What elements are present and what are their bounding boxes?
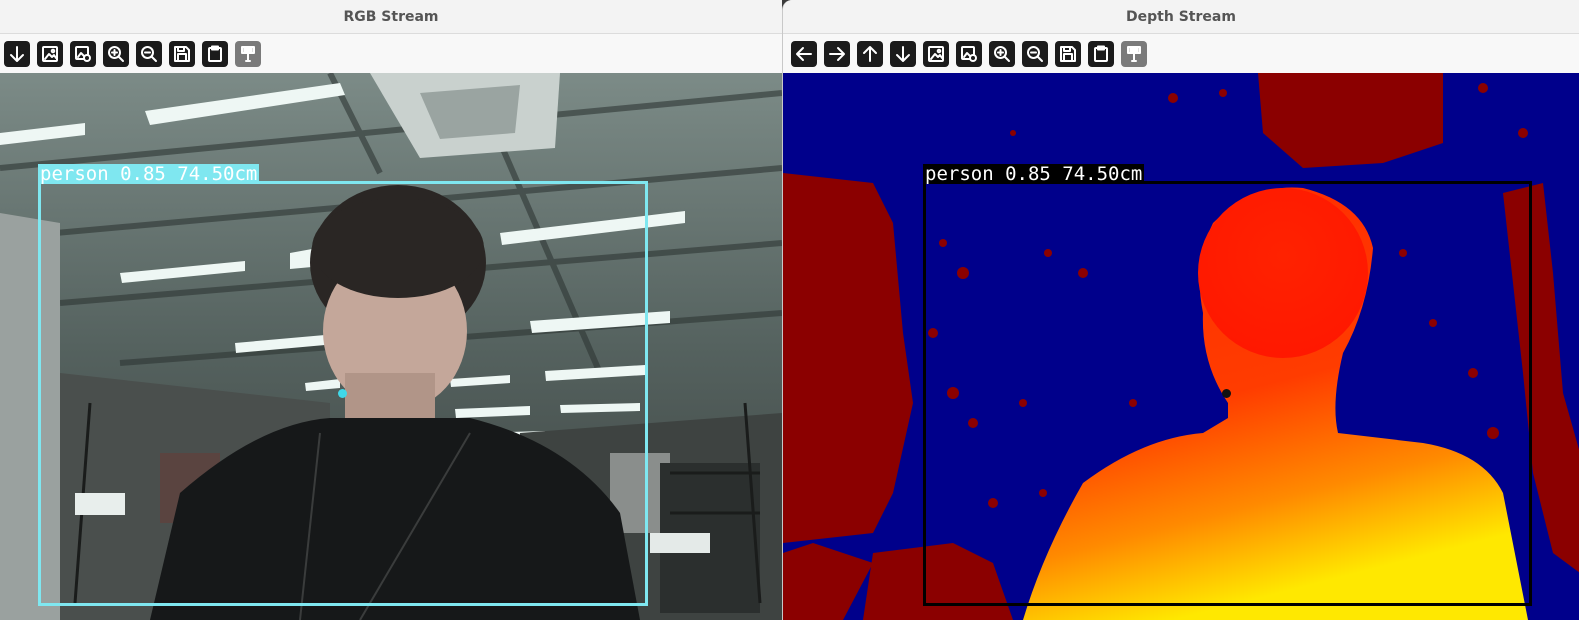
depth-toolbar-button-arrow-right[interactable] [824,40,850,67]
image-icon [927,45,945,63]
depth-keypoint [1222,389,1231,398]
rgb-titlebar[interactable]: RGB Stream [0,0,782,34]
depth-toolbar [783,34,1579,73]
clipboard-icon [206,45,224,63]
depth-window-title: Depth Stream [1126,8,1236,25]
arrow-down-icon [8,45,26,63]
rgb-toolbar-button-image-settings[interactable] [70,40,96,67]
depth-toolbar-button-save[interactable] [1055,40,1081,67]
rgb-toolbar-button-clipboard[interactable] [202,40,228,67]
image-icon [41,45,59,63]
rgb-detection-label: person 0.85 74.50cm [38,163,260,185]
image-settings-icon [960,45,978,63]
arrow-down-icon [894,45,912,63]
zoom-out-icon [1026,45,1044,63]
depth-toolbar-button-arrow-left[interactable] [791,40,817,67]
properties-icon [1125,45,1143,63]
rgb-keypoint [338,389,347,398]
depth-toolbar-button-image[interactable] [923,40,949,67]
depth-detection-label: person 0.85 74.50cm [923,163,1145,185]
clipboard-icon [1092,45,1110,63]
zoom-in-icon [107,45,125,63]
rgb-toolbar-button-image[interactable] [37,40,63,67]
depth-toolbar-button-image-settings[interactable] [956,40,982,67]
zoom-out-icon [140,45,158,63]
rgb-toolbar [0,34,782,73]
depth-toolbar-button-zoom-out[interactable] [1022,40,1048,67]
rgb-window-title: RGB Stream [343,8,439,25]
rgb-image-view[interactable]: person 0.85 74.50cm [0,73,782,620]
depth-toolbar-button-properties[interactable] [1121,40,1147,67]
save-icon [1059,45,1077,63]
arrow-right-icon [828,45,846,63]
rgb-stream-window: RGB Stream person 0.85 74.50cm [0,0,782,620]
depth-toolbar-button-zoom-in[interactable] [989,40,1015,67]
depth-toolbar-button-arrow-up[interactable] [857,40,883,67]
depth-image-view[interactable]: person 0.85 74.50cm [783,73,1579,620]
rgb-toolbar-button-zoom-in[interactable] [103,40,129,67]
depth-titlebar[interactable]: Depth Stream [783,0,1579,34]
image-settings-icon [74,45,92,63]
depth-toolbar-button-clipboard[interactable] [1088,40,1114,67]
arrow-left-icon [795,45,813,63]
depth-toolbar-button-arrow-down[interactable] [890,40,916,67]
properties-icon [239,45,257,63]
depth-stream-window: Depth Stream person 0.85 74.50cm [782,0,1579,620]
arrow-up-icon [861,45,879,63]
save-icon [173,45,191,63]
rgb-toolbar-button-properties[interactable] [235,40,261,67]
rgb-toolbar-button-save[interactable] [169,40,195,67]
zoom-in-icon [993,45,1011,63]
rgb-toolbar-button-zoom-out[interactable] [136,40,162,67]
rgb-toolbar-button-arrow-down[interactable] [4,40,30,67]
